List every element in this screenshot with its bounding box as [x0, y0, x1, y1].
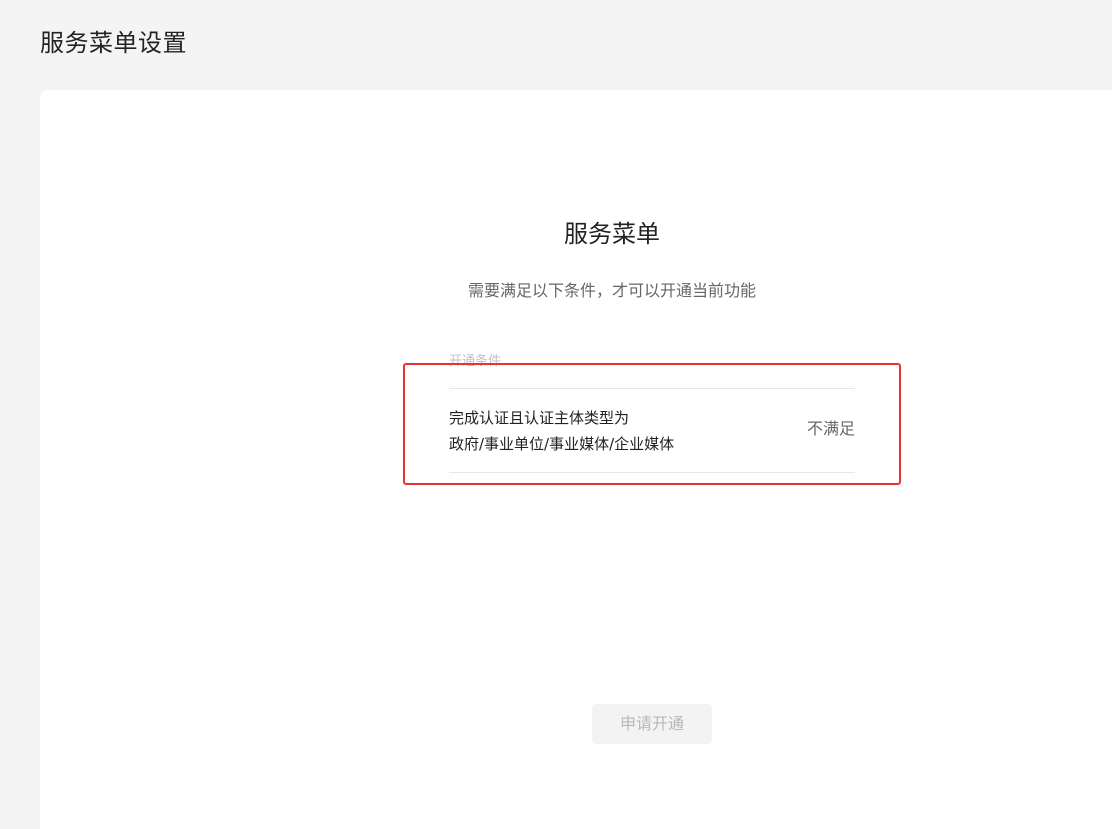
feature-subtitle: 需要满足以下条件，才可以开通当前功能	[467, 281, 756, 300]
highlight-annotation-box	[403, 363, 901, 485]
page-title: 服务菜单设置	[40, 29, 187, 57]
apply-button[interactable]: 申请开通	[592, 704, 712, 744]
feature-title: 服务菜单	[564, 220, 660, 248]
